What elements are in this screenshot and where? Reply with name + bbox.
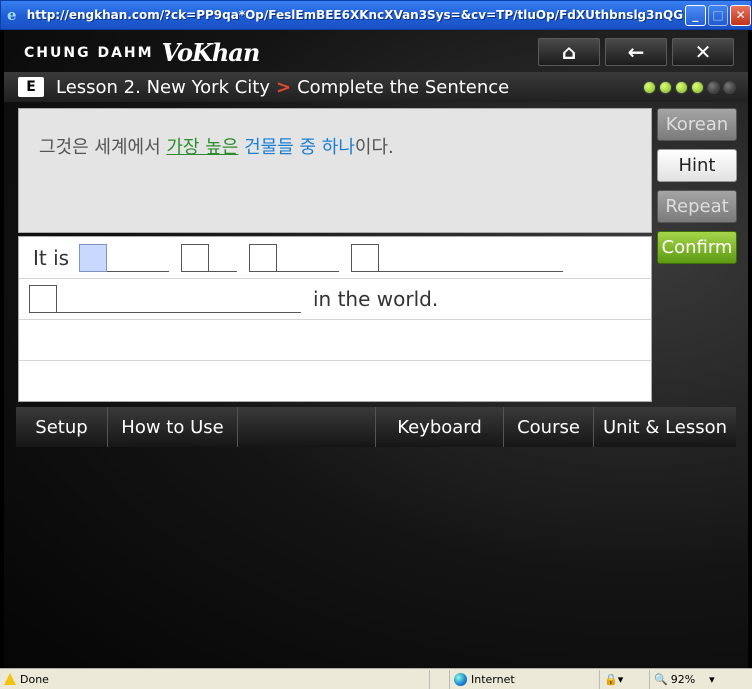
level-badge: E: [18, 77, 44, 97]
status-text: Done: [20, 672, 49, 686]
word-blank-4[interactable]: [351, 244, 564, 272]
globe-icon: [454, 672, 467, 686]
window-title-bar: e http://engkhan.com/?ck=PP9qa*Op/FeslEm…: [0, 0, 752, 30]
nav-how-to-use[interactable]: How to Use: [108, 407, 238, 447]
progress-dot-complete: [643, 81, 656, 94]
protected-mode-icon: 🔒▾: [604, 672, 624, 686]
korean-highlight-green: 가장 높은: [166, 137, 239, 158]
breadcrumb: Lesson 2. New York City > Complete the Sen…: [56, 77, 509, 98]
window-url: http://engkhan.com/?ck=PP9qa*Op/FeslEmBE…: [26, 8, 683, 22]
close-app-button[interactable]: ✕: [672, 38, 734, 66]
answer-panel: It is in the world.: [18, 236, 652, 402]
korean-sentence: 그것은 세계에서 가장 높은 건물들 중 하나이다.: [39, 133, 394, 159]
letter-box[interactable]: [181, 244, 210, 272]
word-blank-3[interactable]: [249, 244, 340, 272]
zoom-level: 92%: [670, 672, 696, 686]
window-close-button[interactable]: ✕: [730, 4, 752, 26]
progress-dots: [643, 81, 736, 94]
lesson-title: Lesson 2. New York City: [56, 76, 271, 98]
nav-course[interactable]: Course: [504, 407, 594, 447]
row-divider: [19, 319, 651, 320]
bottom-nav: Setup How to Use Keyboard Course Unit & …: [16, 407, 736, 447]
back-button[interactable]: ←: [605, 38, 667, 66]
zoom-icon: 🔍: [654, 672, 668, 686]
home-button[interactable]: ⌂: [538, 38, 600, 66]
minimize-button[interactable]: _: [685, 4, 706, 26]
progress-dot-incomplete: [707, 81, 720, 94]
blank-underline: [277, 271, 340, 272]
korean-prompt-panel: 그것은 세계에서 가장 높은 건물들 중 하나이다.: [18, 108, 652, 233]
progress-dot-complete: [659, 81, 672, 94]
logo-text: CHUNG DAHM: [24, 44, 154, 61]
logo-brand: VoKhan: [161, 38, 261, 67]
zone-text: Internet: [471, 672, 515, 686]
progress-dot-incomplete: [723, 81, 736, 94]
home-icon: ⌂: [561, 40, 577, 64]
nav-keyboard[interactable]: Keyboard: [376, 407, 504, 447]
row-divider: [19, 278, 651, 279]
close-icon: ✕: [694, 40, 712, 64]
letter-box[interactable]: [351, 244, 380, 272]
answer-line-1: It is: [33, 244, 575, 272]
breadcrumb-separator: >: [276, 76, 292, 98]
word-blank-1[interactable]: [79, 244, 170, 272]
back-arrow-icon: ←: [627, 40, 645, 64]
letter-box[interactable]: [249, 244, 278, 272]
confirm-button[interactable]: Confirm: [657, 231, 737, 264]
letter-box[interactable]: [29, 285, 57, 313]
repeat-button[interactable]: Repeat: [657, 190, 737, 223]
ie-icon: e: [7, 6, 17, 24]
blank-underline: [379, 271, 564, 272]
sentence-start: It is: [33, 246, 70, 270]
korean-part: 그것은 세계에서: [39, 137, 167, 158]
hint-button[interactable]: Hint: [657, 149, 737, 182]
blank-underline: [209, 271, 238, 272]
word-blank-5[interactable]: [29, 285, 301, 313]
activity-title: Complete the Sentence: [297, 76, 510, 98]
warning-icon: [4, 673, 16, 685]
status-done: Done: [0, 669, 430, 689]
progress-dot-complete: [675, 81, 688, 94]
word-blank-2[interactable]: [181, 244, 238, 272]
answer-line-2: in the world.: [29, 285, 438, 313]
row-divider: [19, 360, 651, 361]
lesson-bar: E Lesson 2. New York City > Complete the S…: [4, 72, 748, 102]
korean-button[interactable]: Korean: [657, 108, 737, 141]
status-bar: Done Internet 🔒▾ 🔍 92% ▾: [0, 668, 752, 689]
chevron-down-icon: ▾: [709, 672, 715, 686]
progress-dot-complete: [691, 81, 704, 94]
blank-underline: [57, 312, 301, 313]
sentence-end: in the world.: [313, 287, 439, 311]
zoom-control[interactable]: 🔍 92% ▾: [650, 670, 744, 689]
nav-unit-lesson[interactable]: Unit & Lesson: [594, 407, 736, 447]
korean-highlight-blue: 건물들 중 하나: [244, 137, 355, 158]
nav-setup[interactable]: Setup: [16, 407, 108, 447]
nav-empty-slot: [238, 407, 376, 447]
korean-part: 이다.: [354, 137, 394, 158]
blank-underline: [107, 271, 170, 272]
app-container: CHUNG DAHM VoKhan ⌂ ← ✕ E Lesson 2. New …: [4, 30, 748, 668]
logo: CHUNG DAHM VoKhan: [24, 38, 261, 67]
maximize-button[interactable]: □: [707, 4, 729, 26]
security-zone: Internet: [450, 669, 600, 689]
protected-mode[interactable]: 🔒▾: [600, 669, 650, 689]
status-slot: [430, 669, 450, 689]
letter-box[interactable]: [79, 244, 108, 272]
